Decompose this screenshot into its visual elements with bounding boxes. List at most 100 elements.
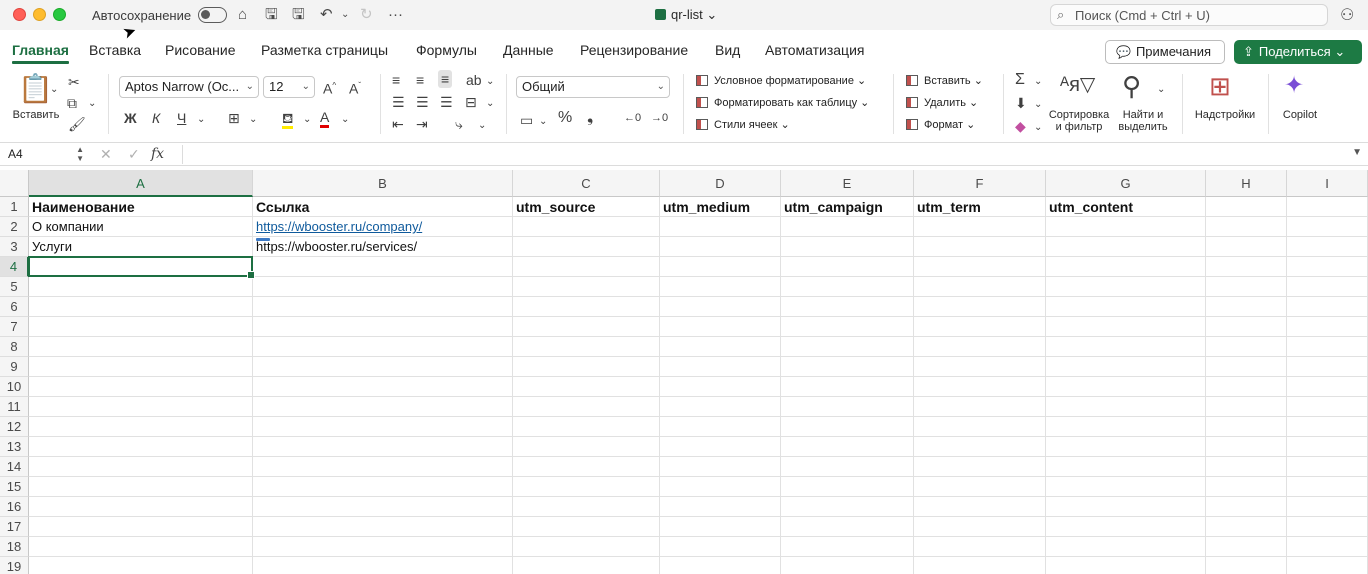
undo-dropdown-icon[interactable]: ⌄ [341, 5, 349, 25]
cell-g9[interactable] [1046, 357, 1206, 377]
cell-f9[interactable] [914, 357, 1046, 377]
cell-c5[interactable] [513, 277, 660, 297]
cell-f2[interactable] [914, 217, 1046, 237]
cell-e5[interactable] [781, 277, 914, 297]
cell-d6[interactable] [660, 297, 781, 317]
row-header-1[interactable]: 1 [0, 197, 29, 217]
cell-styles-button[interactable]: Стили ячеек ⌄ [696, 118, 790, 132]
cell-h8[interactable] [1206, 337, 1287, 357]
cell-c2[interactable] [513, 217, 660, 237]
cell-h11[interactable] [1206, 397, 1287, 417]
row-header-15[interactable]: 15 [0, 477, 29, 497]
cell-d17[interactable] [660, 517, 781, 537]
search-box[interactable]: ⌕ [1050, 4, 1328, 26]
cell-c8[interactable] [513, 337, 660, 357]
cell-d1[interactable]: utm_medium [660, 197, 781, 217]
addins-label[interactable]: Надстройки [1188, 109, 1262, 121]
cell-c1[interactable]: utm_source [513, 197, 660, 217]
cell-a3[interactable]: Услуги [29, 237, 253, 257]
row-header-3[interactable]: 3 [0, 237, 29, 257]
align-bottom-icon[interactable]: ≡ [438, 70, 453, 88]
cell-c16[interactable] [513, 497, 660, 517]
cell-g10[interactable] [1046, 377, 1206, 397]
clear-dropdown-icon[interactable]: ⌄ [1034, 120, 1042, 136]
zoom-window-button[interactable] [53, 8, 66, 21]
autosum-icon[interactable]: Σ [1015, 72, 1025, 88]
underline-button[interactable]: Ч [177, 110, 186, 126]
cell-e2[interactable] [781, 217, 914, 237]
cell-h9[interactable] [1206, 357, 1287, 377]
cell-d3[interactable] [660, 237, 781, 257]
orientation-icon[interactable]: ab [466, 72, 482, 88]
cell-h14[interactable] [1206, 457, 1287, 477]
cell-a16[interactable] [29, 497, 253, 517]
close-window-button[interactable] [13, 8, 26, 21]
comma-style-icon[interactable]: ❟ [587, 110, 593, 126]
sort-filter-icon[interactable]: ᴬᴙ▽ [1060, 74, 1095, 96]
cell-b17[interactable] [253, 517, 513, 537]
align-left-icon[interactable]: ☰ [392, 94, 405, 110]
row-header-6[interactable]: 6 [0, 297, 29, 317]
cell-i6[interactable] [1287, 297, 1368, 317]
cell-a2[interactable]: О компании [29, 217, 253, 237]
clear-icon[interactable]: ◆ [1015, 118, 1026, 134]
cell-i2[interactable] [1287, 217, 1368, 237]
cell-f1[interactable]: utm_term [914, 197, 1046, 217]
cell-f18[interactable] [914, 537, 1046, 557]
name-box[interactable]: A4 ▲ ▼ [4, 145, 86, 164]
cell-f12[interactable] [914, 417, 1046, 437]
cell-e19[interactable] [781, 557, 914, 574]
fill-icon[interactable]: ⬇ [1015, 95, 1027, 111]
row-header-14[interactable]: 14 [0, 457, 29, 477]
cell-g16[interactable] [1046, 497, 1206, 517]
number-format-select[interactable]: Общий ⌄ [516, 76, 670, 98]
cell-e18[interactable] [781, 537, 914, 557]
align-top-icon[interactable]: ≡ [392, 72, 400, 88]
cell-h4[interactable] [1206, 257, 1287, 277]
cell-c19[interactable] [513, 557, 660, 574]
cell-g17[interactable] [1046, 517, 1206, 537]
italic-button[interactable]: К [152, 110, 160, 126]
cell-g5[interactable] [1046, 277, 1206, 297]
cell-h12[interactable] [1206, 417, 1287, 437]
column-header-g[interactable]: G [1046, 170, 1206, 197]
column-header-c[interactable]: C [513, 170, 660, 197]
cell-d2[interactable] [660, 217, 781, 237]
cell-a7[interactable] [29, 317, 253, 337]
cell-c17[interactable] [513, 517, 660, 537]
cell-h6[interactable] [1206, 297, 1287, 317]
cell-e11[interactable] [781, 397, 914, 417]
cell-g11[interactable] [1046, 397, 1206, 417]
comments-button[interactable]: 💬 Примечания [1105, 40, 1225, 64]
cell-b1[interactable]: Ссылка [253, 197, 513, 217]
column-header-f[interactable]: F [914, 170, 1046, 197]
orientation-dropdown-icon[interactable]: ⌄ [486, 74, 494, 90]
cell-e16[interactable] [781, 497, 914, 517]
cell-g12[interactable] [1046, 417, 1206, 437]
copilot-label[interactable]: Copilot [1276, 109, 1324, 121]
name-box-spinner-icon[interactable]: ▲ ▼ [76, 145, 84, 163]
cell-f17[interactable] [914, 517, 1046, 537]
cell-b9[interactable] [253, 357, 513, 377]
cell-c9[interactable] [513, 357, 660, 377]
copy-icon[interactable]: ⧉ [67, 95, 77, 111]
cell-f4[interactable] [914, 257, 1046, 277]
borders-dropdown-icon[interactable]: ⌄ [249, 112, 257, 128]
cell-i14[interactable] [1287, 457, 1368, 477]
cell-a19[interactable] [29, 557, 253, 574]
cell-e8[interactable] [781, 337, 914, 357]
format-painter-icon[interactable]: 🖌 [68, 116, 86, 132]
cell-b11[interactable] [253, 397, 513, 417]
cell-b10[interactable] [253, 377, 513, 397]
cell-c10[interactable] [513, 377, 660, 397]
decrease-indent-icon[interactable]: ⇤ [392, 116, 404, 132]
align-right-icon[interactable]: ☰ [440, 94, 453, 110]
row-header-10[interactable]: 10 [0, 377, 29, 397]
cell-a14[interactable] [29, 457, 253, 477]
document-title[interactable]: qr-list ⌄ [655, 7, 717, 23]
more-icon[interactable]: ··· [388, 5, 403, 25]
tab-page-layout[interactable]: Разметка страницы [261, 42, 388, 58]
row-header-5[interactable]: 5 [0, 277, 29, 297]
row-header-2[interactable]: 2 [0, 217, 29, 237]
cell-b15[interactable] [253, 477, 513, 497]
